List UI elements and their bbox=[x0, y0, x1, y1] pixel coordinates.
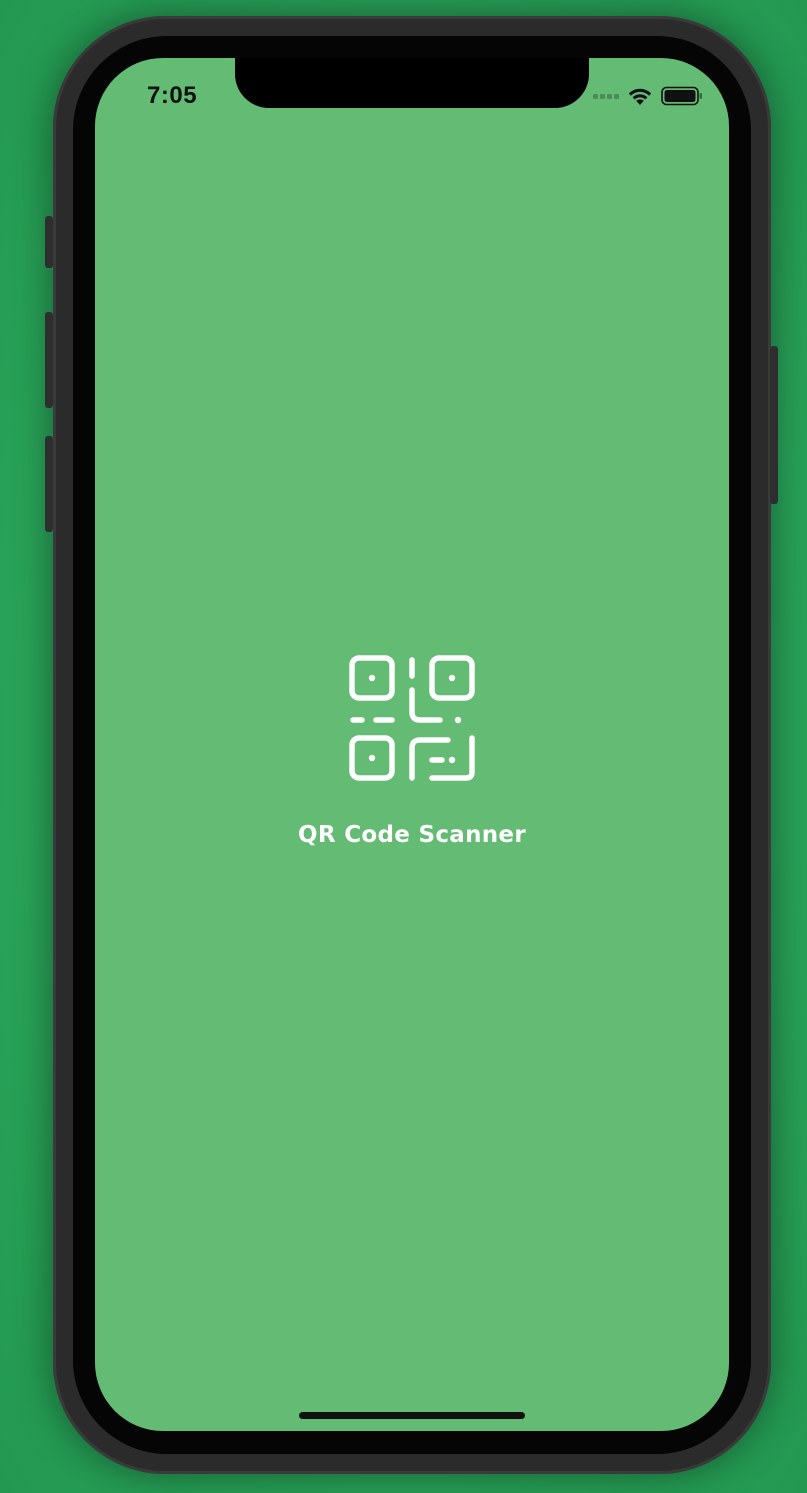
volume-down-button bbox=[45, 436, 53, 532]
status-time: 7:05 bbox=[147, 82, 198, 109]
app-screen: 7:05 QR Code Scanner bbox=[95, 58, 729, 1431]
app-title: QR Code Scanner bbox=[298, 822, 526, 848]
volume-up-button bbox=[45, 312, 53, 408]
splash-content: QR Code Scanner bbox=[95, 654, 729, 848]
wifi-icon bbox=[628, 88, 652, 105]
battery-icon bbox=[661, 86, 702, 106]
silent-switch bbox=[45, 216, 53, 268]
home-indicator[interactable] bbox=[299, 1412, 525, 1419]
power-button bbox=[770, 346, 778, 504]
qr-code-icon bbox=[349, 655, 475, 781]
signal-bars-icon bbox=[593, 93, 619, 99]
notch bbox=[235, 58, 589, 108]
status-icons bbox=[593, 85, 703, 107]
